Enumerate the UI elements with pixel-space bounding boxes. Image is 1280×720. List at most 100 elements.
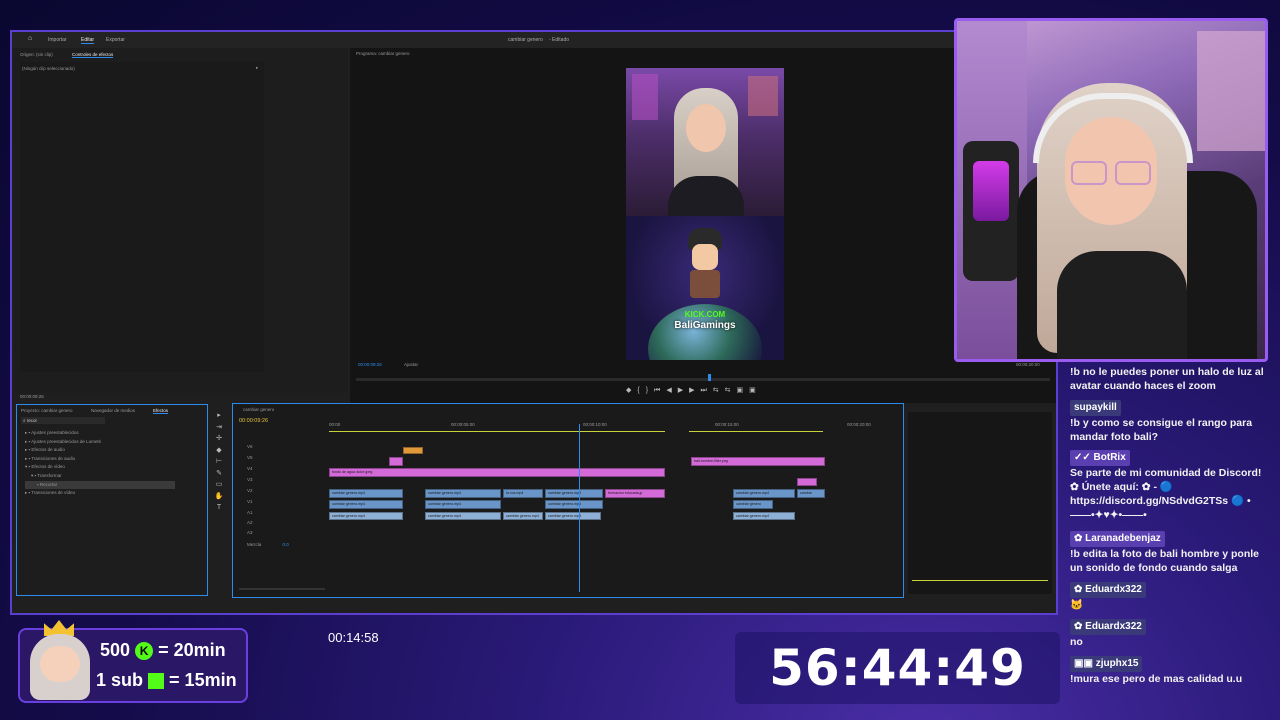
clip-fondo[interactable]: fondo de agua dulce.jpeg: [329, 468, 665, 477]
ruler-tick: 00:00: [329, 422, 341, 427]
tab-effects[interactable]: Efectos: [153, 408, 169, 414]
chat-username[interactable]: ✿ Laranadebenjaz: [1070, 531, 1165, 547]
clip-v1d[interactable]: cambiar genero: [733, 500, 773, 509]
ruler-tick: 00:00:10:00: [583, 422, 607, 427]
clip-a4[interactable]: cambiar genero.mp4: [545, 512, 601, 520]
search-value: recor: [26, 418, 38, 423]
program-timecode[interactable]: 00:00:09:26: [358, 362, 382, 367]
tab-editar[interactable]: Editar: [81, 37, 95, 44]
tab-source[interactable]: Origen: (sin clip): [20, 52, 53, 57]
clip-a3[interactable]: cambiar genero.mp4: [503, 512, 543, 520]
sub-rate-line: 1 sub = 15min: [96, 670, 237, 690]
chat-message: ✿ Eduardx322 no: [1070, 619, 1270, 649]
clip-v2f[interactable]: cambiar genero.mp4: [733, 489, 795, 498]
fit-dropdown[interactable]: Ajustar: [404, 362, 418, 367]
chat-emote: 🐱: [1070, 599, 1084, 611]
chat-username[interactable]: supaykill: [1070, 400, 1121, 416]
clip-v2c[interactable]: la voz.mp4: [503, 489, 543, 498]
home-icon[interactable]: ⌂: [28, 35, 32, 42]
tree-item[interactable]: ▸ ▪ Ajustes preestablecidos: [25, 429, 175, 438]
chat-username[interactable]: ✿ Eduardx322: [1070, 582, 1146, 598]
work-area-bar[interactable]: [329, 431, 665, 432]
streamer-shirt: [1057, 251, 1187, 359]
glasses-right: [1115, 161, 1151, 185]
tree-item[interactable]: ▾ ▪ Efectos de vídeo: [25, 463, 175, 472]
audio-meters: [908, 412, 1052, 594]
clip-v1c[interactable]: cambiar genero.mp4: [545, 500, 603, 509]
clip-v5[interactable]: [389, 457, 403, 466]
shelf-right: [1197, 31, 1265, 151]
program-scrubber[interactable]: [356, 378, 1050, 381]
timeline-scrollbar[interactable]: [239, 588, 325, 590]
clip-v6[interactable]: [403, 447, 423, 454]
clip-v3[interactable]: [797, 478, 817, 486]
chevron-right-icon[interactable]: ▸: [256, 65, 258, 71]
chat-username[interactable]: ✿ Eduardx322: [1070, 619, 1146, 635]
ruler-tick: 00:00:20:00: [847, 422, 871, 427]
tab-importar[interactable]: Importar: [48, 37, 67, 43]
tree-item[interactable]: ▾ ▪ Transformar: [25, 472, 175, 481]
video-preview-frame: KICK.COM BaliGamings: [626, 68, 784, 360]
work-area-bar[interactable]: [689, 431, 823, 432]
tab-exportar[interactable]: Exportar: [106, 37, 125, 43]
tab-project[interactable]: Proyecto: cambiar genero: [21, 408, 73, 413]
tree-item[interactable]: ▸ ▪ Ajustes preestablecidos de Lumetri: [25, 438, 175, 447]
tab-media-browser[interactable]: Navegador de medios: [91, 408, 135, 413]
tools-strip[interactable]: ▸ ⇥ ✢ ◆ ⊢ ✎ ▭ ✋ T: [212, 410, 226, 530]
webcam-feed: [954, 18, 1268, 362]
track-label: A2: [247, 520, 253, 525]
effects-tree[interactable]: ▸ ▪ Ajustes preestablecidos ▸ ▪ Ajustes …: [25, 429, 175, 498]
clip-v2e[interactable]: formacion educada.jp: [605, 489, 665, 498]
effects-panel: Proyecto: cambiar genero Navegador de me…: [16, 404, 208, 596]
clip-v2a[interactable]: cambiar genero.mp4: [329, 489, 403, 498]
program-label[interactable]: Programa: cambiar genero: [356, 51, 410, 56]
timeline-tracks[interactable]: fondo de agua dulce.jpeg bali-hombre-fil…: [329, 424, 899, 594]
effects-search-input[interactable]: ⌕ recor: [21, 417, 105, 424]
effect-controls-body: (Ningún clip seleccionado) ▸: [20, 62, 264, 372]
chibi-avatar: [24, 618, 96, 704]
timeline-playhead[interactable]: [579, 424, 580, 592]
track-label: V5: [247, 455, 253, 460]
transport-controls[interactable]: ◆{}⏮◀▶▶⏭⇆⇆▣▣: [626, 386, 762, 395]
clip-v2d[interactable]: cambiar genero.mp4: [545, 489, 603, 498]
track-label: A3: [247, 530, 253, 535]
tree-item-selected[interactable]: ▪ Recortar: [25, 480, 175, 490]
chat-text: Se parte de mi comunidad de Discord! ✿ Ú…: [1070, 467, 1262, 521]
tree-item[interactable]: ▸ ▪ Efectos de audio: [25, 446, 175, 455]
streamer-face: [686, 104, 726, 152]
avatar-clip: KICK.COM BaliGamings: [626, 216, 784, 360]
timeline-ruler[interactable]: 00:00 00:00:05:00 00:00:10:00 00:00:15:0…: [329, 422, 899, 434]
clip-a1[interactable]: cambiar genero.mp4: [329, 512, 403, 520]
window-title: cambiar genero: [508, 37, 543, 43]
clip-a5[interactable]: cambiar genero.mp4: [733, 512, 795, 520]
glasses-left: [1071, 161, 1107, 185]
avatar-body: [690, 270, 720, 298]
clip-bali[interactable]: bali-hombre-filter.png: [691, 457, 825, 466]
timeline-timecode[interactable]: 00:00:09:26: [239, 418, 268, 424]
tab-effect-controls[interactable]: Controles de efectos: [72, 52, 114, 58]
channel-name: BaliGamings: [674, 320, 736, 331]
tree-item[interactable]: ▸ ▪ Transiciones de vídeo: [25, 489, 175, 498]
subathon-countdown: 56:44:49: [735, 632, 1060, 704]
timeline-tab[interactable]: cambiar genero: [243, 407, 274, 412]
ruler-tick: 00:00:15:00: [715, 422, 739, 427]
video-editor-window: ⌂ Importar Editar Exportar cambiar gener…: [10, 30, 1058, 615]
clip-v1b[interactable]: cambiar genero.mp4: [425, 500, 501, 509]
clip-a2[interactable]: cambiar genero.mp4: [425, 512, 501, 520]
clip-v1a[interactable]: cambiar genero.mp4: [329, 500, 403, 509]
microphone-glow: [973, 161, 1009, 221]
chat-username[interactable]: ✓✓ BotRix: [1070, 450, 1130, 466]
timeline-panel: cambiar genero 00:00:09:26 00:00 00:00:0…: [232, 403, 904, 598]
tree-item[interactable]: ▸ ▪ Transiciones de audio: [25, 455, 175, 464]
chat-message: supaykill !b y como se consigue el rango…: [1070, 400, 1270, 444]
chat-username[interactable]: ▣▣ zjuphx15: [1070, 656, 1143, 672]
kick-rate-line: 500 K = 20min: [100, 640, 226, 661]
editor-topbar: ⌂ Importar Editar Exportar cambiar gener…: [12, 32, 1056, 48]
clip-v2b[interactable]: cambiar genero.mp4: [425, 489, 501, 498]
ruler-tick: 00:00:05:00: [451, 422, 475, 427]
clip-v2g[interactable]: cambia: [797, 489, 825, 498]
kick-coin-icon: K: [135, 642, 154, 661]
program-playhead[interactable]: [708, 374, 711, 381]
track-label: V1: [247, 499, 253, 504]
clock: 00:14:58: [328, 630, 379, 645]
